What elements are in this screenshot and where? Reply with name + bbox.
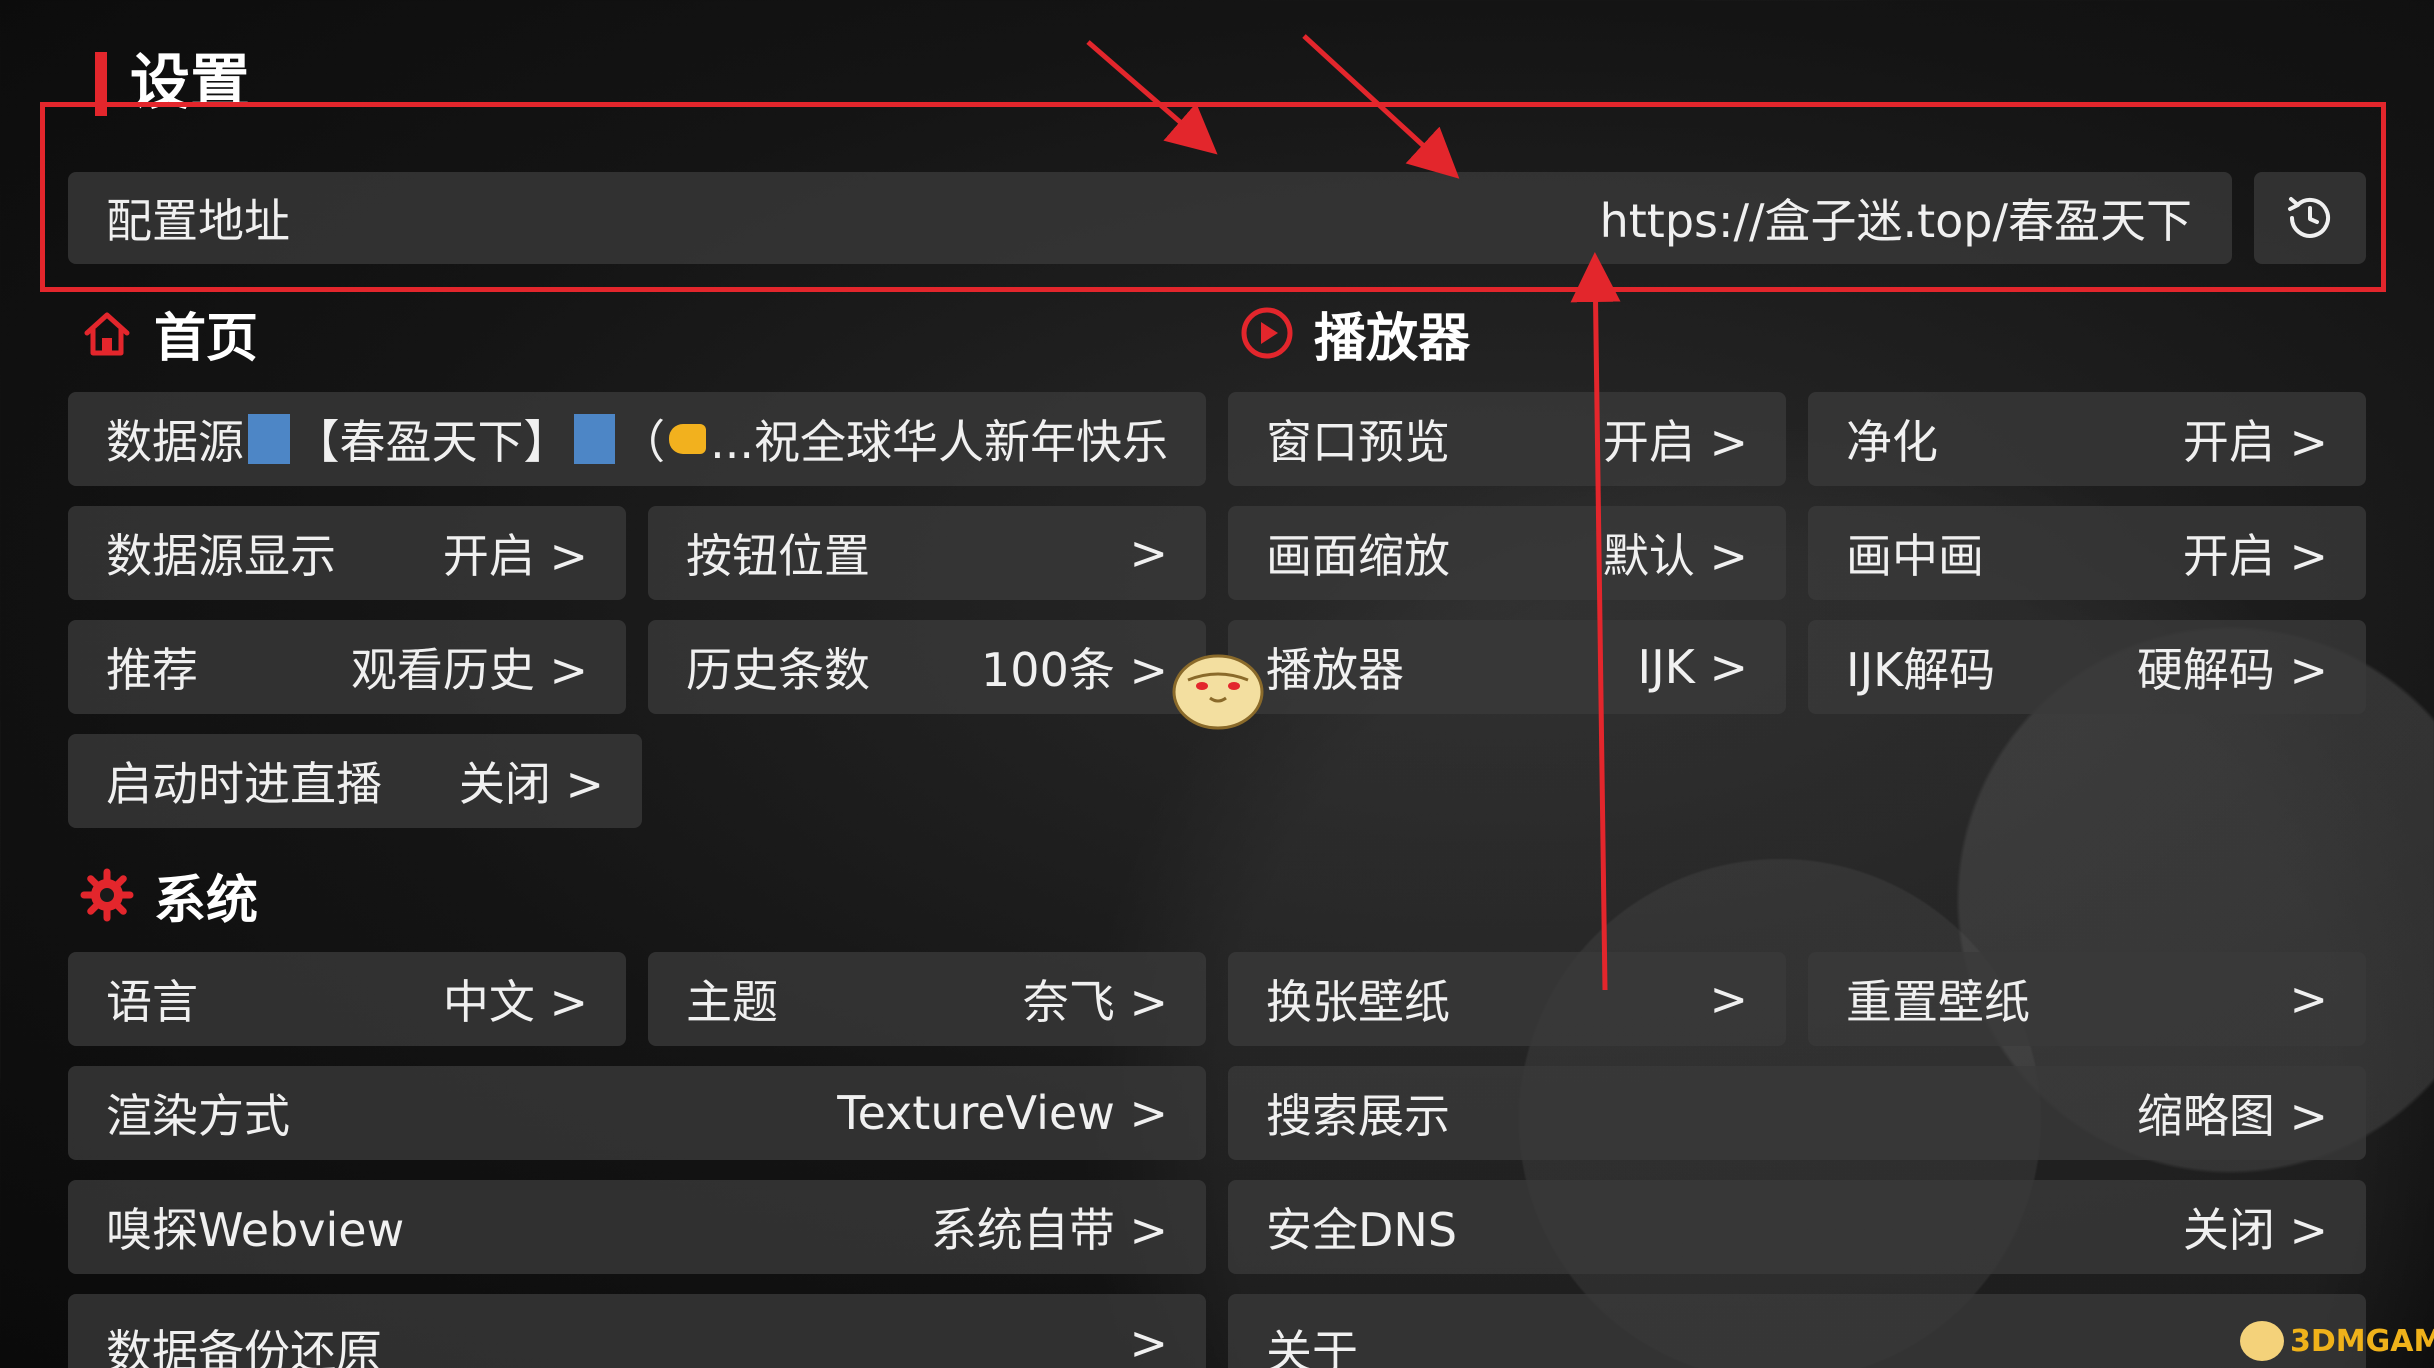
section-home-label: 首页 [154,308,259,369]
language-row[interactable]: 语言 中文 > [68,952,626,1046]
section-player-label: 播放器 [1314,308,1471,369]
sniff-webview-value: 系统自带 > [930,1203,1168,1257]
backup-row[interactable]: 数据备份还原 > [68,1294,1206,1368]
section-home: 首页 [80,300,258,369]
window-preview-label: 窗口预览 [1266,415,1450,469]
button-position-label: 按钮位置 [686,529,870,583]
ijk-decode-label: IJK解码 [1846,643,1996,697]
gear-icon [80,868,134,922]
datasource-display-label: 数据源显示 [106,529,336,583]
recommend-value: 观看历史 > [350,643,588,697]
zoom-value: 默认 > [1602,529,1748,583]
render-value: TextureView > [837,1086,1168,1140]
secure-dns-label: 安全DNS [1266,1203,1458,1257]
history-count-row[interactable]: 历史条数 100条 > [648,620,1206,714]
history-count-label: 历史条数 [686,643,870,697]
backup-value: > [1129,1316,1168,1368]
about-row[interactable]: 关于 [1228,1294,2366,1368]
backup-label: 数据备份还原 [106,1325,382,1368]
window-preview-value: 开启 > [1602,415,1748,469]
datasource-name: 【春盈天下】 [293,415,570,469]
section-player: 播放器 [1240,300,1470,369]
player-row[interactable]: 播放器 IJK > [1228,620,1786,714]
reset-wallpaper-row[interactable]: 重置壁纸 > [1808,952,2366,1046]
pip-row[interactable]: 画中画 开启 > [1808,506,2366,600]
search-display-label: 搜索展示 [1266,1089,1450,1143]
purify-row[interactable]: 净化 开启 > [1808,392,2366,486]
pip-value: 开启 > [2182,529,2328,583]
ijk-decode-row[interactable]: IJK解码 硬解码 > [1808,620,2366,714]
mascot-sticker-icon [1172,654,1264,730]
datasource-display-value: 开启 > [442,529,588,583]
change-wallpaper-value: > [1709,972,1748,1026]
datasource-paren: （ [619,415,666,469]
datasource-display-row[interactable]: 数据源显示 开启 > [68,506,626,600]
about-label: 关于 [1266,1325,1358,1368]
recommend-row[interactable]: 推荐 观看历史 > [68,620,626,714]
datasource-row[interactable]: 数据源 【春盈天下】 （ ...祝全球华人新年快乐 [68,392,1206,486]
language-value: 中文 > [442,975,588,1029]
reset-wallpaper-label: 重置壁纸 [1846,975,2030,1029]
theme-label: 主题 [686,975,778,1029]
search-display-value: 缩略图 > [2136,1089,2328,1143]
language-label: 语言 [106,975,198,1029]
live-on-start-row[interactable]: 启动时进直播 关闭 > [68,734,642,828]
render-label: 渲染方式 [106,1089,290,1143]
pointing-hand-icon [669,424,707,454]
player-value: IJK > [1637,640,1748,694]
change-wallpaper-row[interactable]: 换张壁纸 > [1228,952,1786,1046]
purify-label: 净化 [1846,415,1938,469]
search-display-row[interactable]: 搜索展示 缩略图 > [1228,1066,2366,1160]
window-preview-row[interactable]: 窗口预览 开启 > [1228,392,1786,486]
change-wallpaper-label: 换张壁纸 [1266,975,1450,1029]
section-system: 系统 [80,862,258,931]
pip-label: 画中画 [1846,529,1984,583]
watermark-mascot-icon [2240,1321,2284,1361]
sniff-webview-row[interactable]: 嗅探Webview 系统自带 > [68,1180,1206,1274]
secure-dns-row[interactable]: 安全DNS 关闭 > [1228,1180,2366,1274]
play-circle-icon [1240,306,1294,360]
sniff-webview-label: 嗅探Webview [106,1203,405,1257]
theme-row[interactable]: 主题 奈飞 > [648,952,1206,1046]
button-position-row[interactable]: 按钮位置 > [648,506,1206,600]
live-on-start-label: 启动时进直播 [106,757,382,811]
zoom-label: 画面缩放 [1266,529,1450,583]
render-row[interactable]: 渲染方式 TextureView > [68,1066,1206,1160]
ijk-decode-value: 硬解码 > [2136,643,2328,697]
recommend-label: 推荐 [106,643,198,697]
watermark-logo: 3DMGAME [2240,1318,2434,1364]
purify-value: 开启 > [2182,415,2328,469]
player-label: 播放器 [1266,643,1404,697]
watermark-text: 3DMGAME [2290,1323,2434,1359]
secure-dns-value: 关闭 > [2182,1203,2328,1257]
theme-value: 奈飞 > [1022,975,1168,1029]
reset-wallpaper-value: > [2289,972,2328,1026]
live-on-start-value: 关闭 > [458,757,604,811]
datasource-label: 数据源 [106,415,244,469]
button-position-value: > [1129,526,1168,580]
datasource-note: ...祝全球华人新年快乐 [710,415,1169,469]
blue-square-icon [573,414,616,464]
history-count-value: 100条 > [981,643,1168,697]
annotation-highlight-box [40,102,2386,292]
zoom-row[interactable]: 画面缩放 默认 > [1228,506,1786,600]
section-system-label: 系统 [154,870,259,931]
blue-square-icon [248,414,290,464]
home-icon [80,306,134,360]
